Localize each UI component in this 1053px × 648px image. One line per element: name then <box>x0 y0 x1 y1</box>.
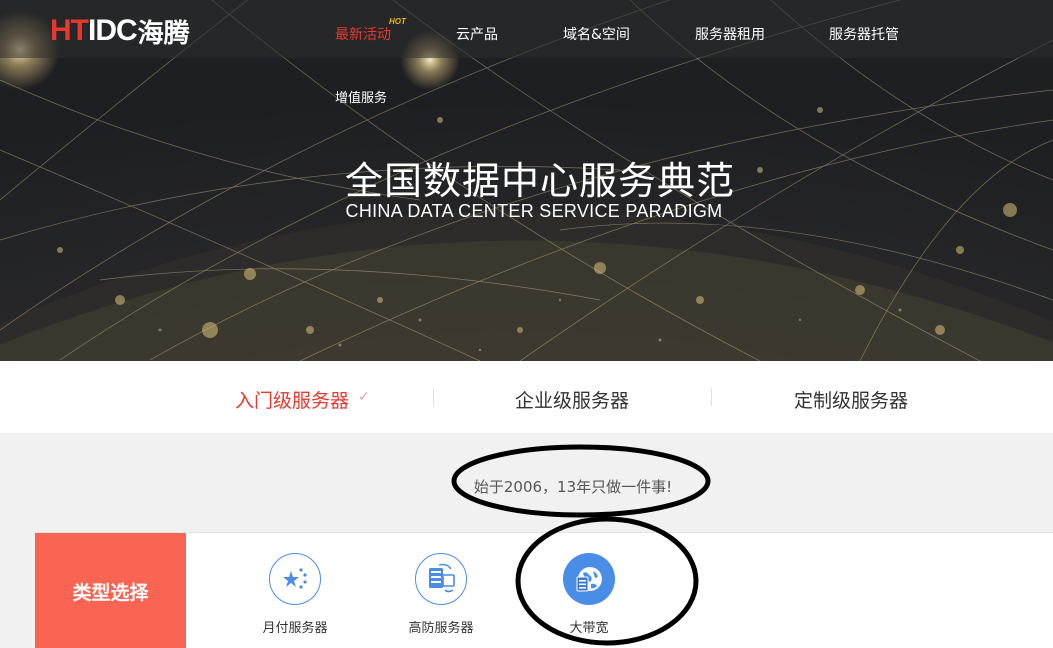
type-item-label: 月付服务器 <box>262 621 328 636</box>
nav-item-value-added-services[interactable]: 增值服务 <box>335 87 387 106</box>
tab-custom-server[interactable]: 定制级服务器 <box>794 386 908 413</box>
type-item-large-bandwidth[interactable]: 大带宽 <box>529 553 649 636</box>
china-flag-icon <box>269 553 321 605</box>
site-logo[interactable]: HT IDC 海腾 <box>50 14 190 49</box>
logo-ht-text: HT <box>50 14 89 47</box>
nav-item-server-colocation[interactable]: 服务器托管 <box>829 24 899 44</box>
nav-item-server-rental[interactable]: 服务器租用 <box>695 24 765 44</box>
slogan-text: 始于2006，13年只做一件事! <box>473 478 673 496</box>
tab-entry-level-server[interactable]: 入门级服务器 <box>235 386 349 413</box>
tab-divider <box>711 388 712 406</box>
hot-badge: HOT <box>389 17 406 26</box>
type-selection-panel: 类型选择 月付服务器 高防服务器 大带宽 <box>35 532 1053 648</box>
tab-divider <box>433 388 434 406</box>
server-shield-icon <box>415 553 467 605</box>
hero-subtitle: CHINA DATA CENTER SERVICE PARADIGM <box>345 201 723 221</box>
type-item-label: 大带宽 <box>569 621 609 636</box>
nav-item-cloud-products[interactable]: 云产品 <box>456 24 498 44</box>
type-item-label: 高防服务器 <box>408 621 474 636</box>
server-level-tabs: 入门级服务器 ✓ 企业级服务器 定制级服务器 <box>0 361 1053 433</box>
globe-server-icon <box>563 553 615 605</box>
type-item-high-defense-server[interactable]: 高防服务器 <box>381 553 501 636</box>
hero-banner: HT IDC 海腾 最新活动 HOT 云产品 域名&空间 服务器租用 服务器托管… <box>0 0 1053 361</box>
nav-item-domain-hosting[interactable]: 域名&空间 <box>563 24 630 44</box>
type-item-monthly-server[interactable]: 月付服务器 <box>235 553 355 636</box>
tab-enterprise-server[interactable]: 企业级服务器 <box>515 386 629 413</box>
hero-title: 全国数据中心服务典范 <box>344 159 735 203</box>
logo-cn-text: 海腾 <box>137 18 190 49</box>
logo-idc-text: IDC <box>88 14 138 47</box>
type-selection-title: 类型选择 <box>35 533 186 648</box>
checkmark-icon: ✓ <box>358 389 370 405</box>
nav-item-latest-activity[interactable]: 最新活动 <box>335 24 391 44</box>
